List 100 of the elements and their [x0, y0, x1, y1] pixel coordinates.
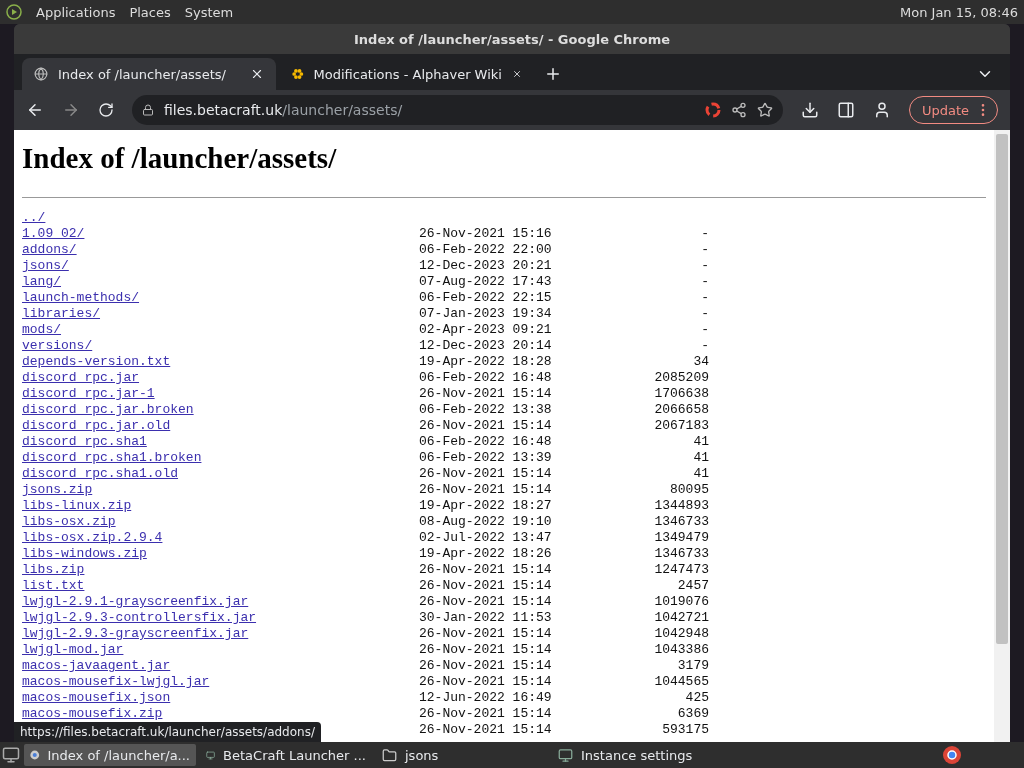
- date-cell: 06-Feb-2022 22:15: [419, 290, 549, 306]
- file-link[interactable]: libraries/: [22, 306, 100, 321]
- date-cell: 02-Jul-2022 13:47: [419, 530, 549, 546]
- app-icon: [558, 747, 573, 763]
- size-cell-text: 2457: [676, 578, 709, 594]
- file-link[interactable]: macos-mousefix.json: [22, 690, 171, 705]
- file-link[interactable]: libs-osx.zip.2.9.4: [22, 530, 163, 545]
- date-cell: 26-Nov-2021 15:14: [419, 418, 549, 434]
- desktop-icon[interactable]: [2, 746, 20, 764]
- file-link[interactable]: jsons.zip: [22, 482, 93, 497]
- file-link[interactable]: libs-osx.zip: [22, 514, 116, 529]
- file-link[interactable]: discord_rpc.jar.broken: [22, 402, 194, 417]
- size-cell-text: 1043386: [653, 642, 709, 658]
- size-cell-text: 1019076: [653, 594, 709, 610]
- date-cell: 12-Dec-2023 20:21: [419, 258, 549, 274]
- file-link[interactable]: 1.09_02/: [22, 226, 85, 241]
- size-cell-text: 1344893: [653, 498, 709, 514]
- size-cell-text: 3179: [676, 658, 709, 674]
- file-link[interactable]: macos-javaagent.jar: [22, 658, 171, 673]
- scrollbar[interactable]: [994, 130, 1010, 742]
- date-cell: 26-Nov-2021 15:14: [419, 642, 549, 658]
- page-heading: Index of /launcher/assets/: [22, 142, 338, 175]
- browser-tab[interactable]: Modifications - Alphaver Wiki: [280, 58, 534, 90]
- file-link[interactable]: lwjgl-2.9.3-controllersfix.jar: [22, 610, 257, 625]
- file-link[interactable]: jsons/: [22, 258, 69, 273]
- date-cell: 26-Nov-2021 15:14: [419, 706, 549, 722]
- date-cell: 26-Nov-2021 15:16: [419, 226, 549, 242]
- size-cell-text: 34: [692, 354, 709, 370]
- size-cell-text: 425: [684, 690, 709, 706]
- back-button[interactable]: [26, 101, 44, 119]
- file-link[interactable]: libs-windows.zip: [22, 546, 147, 561]
- file-link[interactable]: macos-mousefix-lwjgl.jar: [22, 674, 210, 689]
- size-cell-text: -: [700, 290, 709, 306]
- date-cell: 26-Nov-2021 15:14: [419, 482, 549, 498]
- date-cell: 06-Feb-2022 22:00: [419, 242, 549, 258]
- file-link[interactable]: mods/: [22, 322, 61, 337]
- menu-logo-icon: [6, 4, 22, 20]
- date-cell: 19-Apr-2022 18:28: [419, 354, 549, 370]
- date-cell: 06-Feb-2022 13:38: [419, 402, 549, 418]
- file-link[interactable]: discord_rpc.jar: [22, 370, 140, 385]
- download-button[interactable]: [800, 101, 819, 119]
- file-link[interactable]: discord_rpc.jar.old: [22, 418, 171, 433]
- flower-icon: [292, 66, 304, 82]
- size-cell-text: -: [700, 274, 709, 290]
- taskbar-item[interactable]: Index of /launcher/a...: [24, 744, 196, 766]
- date-cell: 26-Nov-2021 15:14: [419, 578, 549, 594]
- file-link[interactable]: list.txt: [22, 578, 85, 593]
- size-cell-text: -: [700, 258, 709, 274]
- globe-icon: [34, 67, 48, 81]
- file-link[interactable]: discord_rpc.sha1.broken: [22, 450, 202, 465]
- panel-menu[interactable]: System: [184, 4, 234, 20]
- taskbar-item[interactable]: Instance settings: [552, 744, 724, 766]
- close-icon[interactable]: [250, 67, 264, 81]
- side-panel-button[interactable]: [836, 101, 855, 119]
- reload-button[interactable]: [98, 102, 114, 118]
- size-cell-text: 1349479: [653, 530, 709, 546]
- file-link[interactable]: discord_rpc.sha1.old: [22, 466, 179, 481]
- file-link[interactable]: discord_rpc.jar-1: [22, 386, 155, 401]
- taskbar-item[interactable]: jsons: [376, 744, 548, 766]
- size-cell-text: -: [700, 306, 709, 322]
- date-cell: 06-Feb-2022 16:48: [419, 434, 549, 450]
- file-link[interactable]: ../: [22, 210, 46, 225]
- size-cell-text: 2066658: [653, 402, 709, 418]
- date-cell: 12-Dec-2023 20:14: [419, 338, 549, 354]
- size-cell-text: 2067183: [653, 418, 709, 434]
- date-cell: 26-Nov-2021 15:14: [419, 674, 549, 690]
- date-cell: 07-Aug-2022 17:43: [419, 274, 549, 290]
- size-cell-text: 593175: [661, 722, 709, 738]
- date-cell: 26-Nov-2021 15:14: [419, 466, 549, 482]
- file-link[interactable]: macos-mousefix.zip: [22, 706, 163, 721]
- size-cell-text: -: [700, 226, 709, 242]
- date-cell: 26-Nov-2021 15:14: [419, 386, 549, 402]
- address-bar[interactable]: files.betacraft.uk/launcher/assets/: [132, 95, 783, 125]
- panel-menu[interactable]: Places: [129, 4, 171, 20]
- file-link[interactable]: addons/: [22, 242, 77, 257]
- folder-icon: [382, 747, 397, 763]
- share-icon[interactable]: [730, 102, 747, 118]
- panel-menu[interactable]: Applications: [36, 4, 116, 20]
- taskbar-item[interactable]: BetaCraft Launcher ...: [200, 744, 372, 766]
- file-link[interactable]: libs.zip: [22, 562, 85, 577]
- file-link[interactable]: discord_rpc.sha1: [22, 434, 147, 449]
- file-link[interactable]: versions/: [22, 338, 93, 353]
- status-url: https://files.betacraft.uk/launcher/assets/addons/: [14, 722, 321, 742]
- browser-icon[interactable]: [942, 745, 962, 765]
- lock-icon: [142, 104, 154, 116]
- forward-button[interactable]: [62, 101, 80, 119]
- size-cell-text: 1044565: [653, 674, 709, 690]
- file-link[interactable]: lwjgl-2.9.3-grayscreenfix.jar: [22, 626, 249, 641]
- size-cell-text: 1042721: [653, 610, 709, 626]
- file-link[interactable]: lwjgl-2.9.1-grayscreenfix.jar: [22, 594, 249, 609]
- file-link[interactable]: depends-version.txt: [22, 354, 171, 369]
- size-cell-text: 41: [692, 466, 709, 482]
- star-icon[interactable]: [756, 102, 773, 118]
- file-link[interactable]: launch-methods/: [22, 290, 140, 305]
- file-link[interactable]: lwjgl-mod.jar: [22, 642, 124, 657]
- browser-tab[interactable]: Index of /launcher/assets/: [22, 58, 276, 90]
- file-link[interactable]: lang/: [22, 274, 61, 289]
- file-link[interactable]: libs-linux.zip: [22, 498, 132, 513]
- date-cell: 26-Nov-2021 15:14: [419, 594, 549, 610]
- size-cell-text: 1042948: [653, 626, 709, 642]
